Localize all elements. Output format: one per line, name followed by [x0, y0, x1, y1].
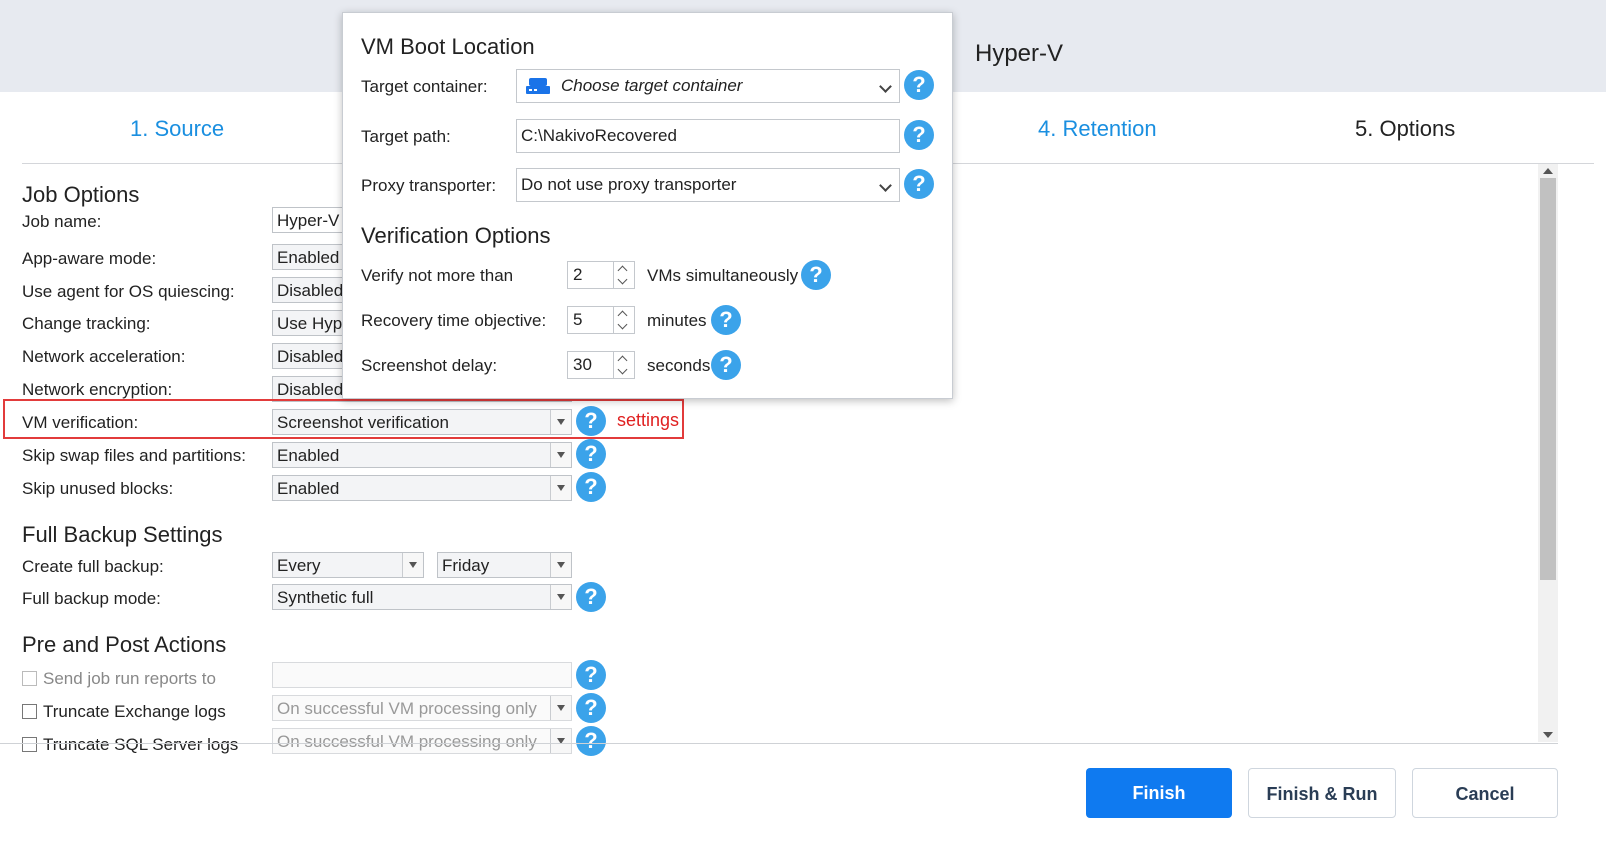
create-full-backup-select[interactable]: Every [272, 552, 424, 578]
help-icon[interactable]: ? [576, 439, 606, 469]
stepper-arrows-icon[interactable] [613, 307, 634, 333]
stepper-arrows-icon[interactable] [613, 352, 634, 378]
skip-unused-label: Skip unused blocks: [22, 479, 174, 498]
send-reports-label: Send job run reports to [43, 669, 216, 688]
tab-options[interactable]: 5. Options [1355, 116, 1455, 142]
target-path-input[interactable]: C:\NakivoRecovered [516, 119, 900, 153]
help-icon[interactable]: ? [576, 660, 606, 690]
job-name-label: Job name: [22, 212, 102, 231]
footer-divider [0, 743, 1558, 744]
vm-verification-highlight [3, 399, 684, 439]
app-aware-label: App-aware mode: [22, 249, 157, 268]
truncate-exchange-checkbox[interactable] [22, 704, 37, 719]
chevron-down-icon [550, 553, 571, 577]
skip-swap-select[interactable]: Enabled [272, 442, 572, 468]
help-icon[interactable]: ? [904, 169, 934, 199]
change-tracking-label: Change tracking: [22, 314, 151, 333]
network-encryption-label: Network encryption: [22, 380, 173, 399]
finish-run-button[interactable]: Finish & Run [1248, 768, 1396, 818]
help-icon[interactable]: ? [711, 305, 741, 335]
tab-retention[interactable]: 4. Retention [1038, 116, 1157, 142]
help-icon[interactable]: ? [904, 70, 934, 100]
vm-verification-settings-popup: VM Boot Location Target container: Choos… [342, 12, 953, 399]
vm-verification-settings-link[interactable]: settings [617, 410, 679, 431]
target-path-label: Target path: [361, 127, 451, 146]
screenshot-delay-label: Screenshot delay: [361, 356, 498, 375]
full-backup-mode-label: Full backup mode: [22, 589, 161, 608]
send-reports-input[interactable] [272, 662, 572, 688]
tab-source[interactable]: 1. Source [130, 116, 224, 142]
help-icon[interactable]: ? [576, 693, 606, 723]
chevron-down-icon [550, 585, 571, 609]
verify-limit-unit: VMs simultaneously [647, 266, 799, 285]
chevron-down-icon [402, 553, 423, 577]
section-full-backup: Full Backup Settings [22, 522, 223, 547]
help-icon[interactable]: ? [576, 582, 606, 612]
stepper-arrows-icon[interactable] [613, 262, 634, 288]
truncate-exchange-select[interactable]: On successful VM processing only [272, 695, 572, 721]
verification-options-heading: Verification Options [361, 223, 551, 248]
target-container-label: Target container: [361, 77, 488, 96]
chevron-down-icon [550, 476, 571, 500]
rto-stepper[interactable]: 5 [567, 306, 635, 334]
section-pre-post: Pre and Post Actions [22, 632, 227, 657]
cancel-button[interactable]: Cancel [1412, 768, 1558, 818]
screenshot-delay-stepper[interactable]: 30 [567, 351, 635, 379]
boot-location-heading: VM Boot Location [361, 34, 535, 59]
verify-limit-label: Verify not more than [361, 266, 514, 285]
full-backup-day-select[interactable]: Friday [437, 552, 572, 578]
chevron-down-icon [550, 443, 571, 467]
truncate-sql-label: Truncate SQL Server logs [43, 735, 239, 754]
scroll-up-icon[interactable] [1543, 168, 1553, 174]
vertical-scrollbar[interactable] [1538, 164, 1558, 742]
truncate-sql-checkbox[interactable] [22, 737, 37, 752]
send-reports-checkbox[interactable] [22, 671, 37, 686]
section-job-options: Job Options [22, 182, 140, 207]
os-quiescing-label: Use agent for OS quiescing: [22, 282, 235, 301]
scroll-down-icon[interactable] [1543, 732, 1553, 738]
chevron-down-icon [550, 729, 571, 753]
network-acceleration-label: Network acceleration: [22, 347, 186, 366]
scrollbar-thumb[interactable] [1540, 178, 1556, 580]
verify-limit-stepper[interactable]: 2 [567, 261, 635, 289]
create-full-backup-label: Create full backup: [22, 557, 164, 576]
rto-label: Recovery time objective: [361, 311, 547, 330]
help-icon[interactable]: ? [801, 260, 831, 290]
chevron-down-icon [879, 80, 892, 93]
full-backup-mode-select[interactable]: Synthetic full [272, 584, 572, 610]
truncate-sql-select[interactable]: On successful VM processing only [272, 728, 572, 754]
wizard-title: Hyper-V [975, 40, 1064, 67]
finish-button[interactable]: Finish [1086, 768, 1232, 818]
storage-icon [526, 78, 550, 94]
chevron-down-icon [550, 696, 571, 720]
target-container-value: Choose target container [561, 76, 743, 95]
screenshot-delay-unit: seconds [647, 356, 711, 375]
chevron-down-icon [879, 179, 892, 192]
rto-unit: minutes [647, 311, 707, 330]
help-icon[interactable]: ? [711, 350, 741, 380]
skip-unused-select[interactable]: Enabled [272, 475, 572, 501]
truncate-exchange-label: Truncate Exchange logs [43, 702, 226, 721]
skip-swap-label: Skip swap files and partitions: [22, 446, 246, 465]
proxy-transporter-label: Proxy transporter: [361, 176, 497, 195]
help-icon[interactable]: ? [904, 120, 934, 150]
help-icon[interactable]: ? [576, 472, 606, 502]
proxy-transporter-select[interactable]: Do not use proxy transporter [516, 168, 900, 202]
target-container-select[interactable]: Choose target container [516, 69, 900, 103]
help-icon[interactable]: ? [576, 726, 606, 756]
